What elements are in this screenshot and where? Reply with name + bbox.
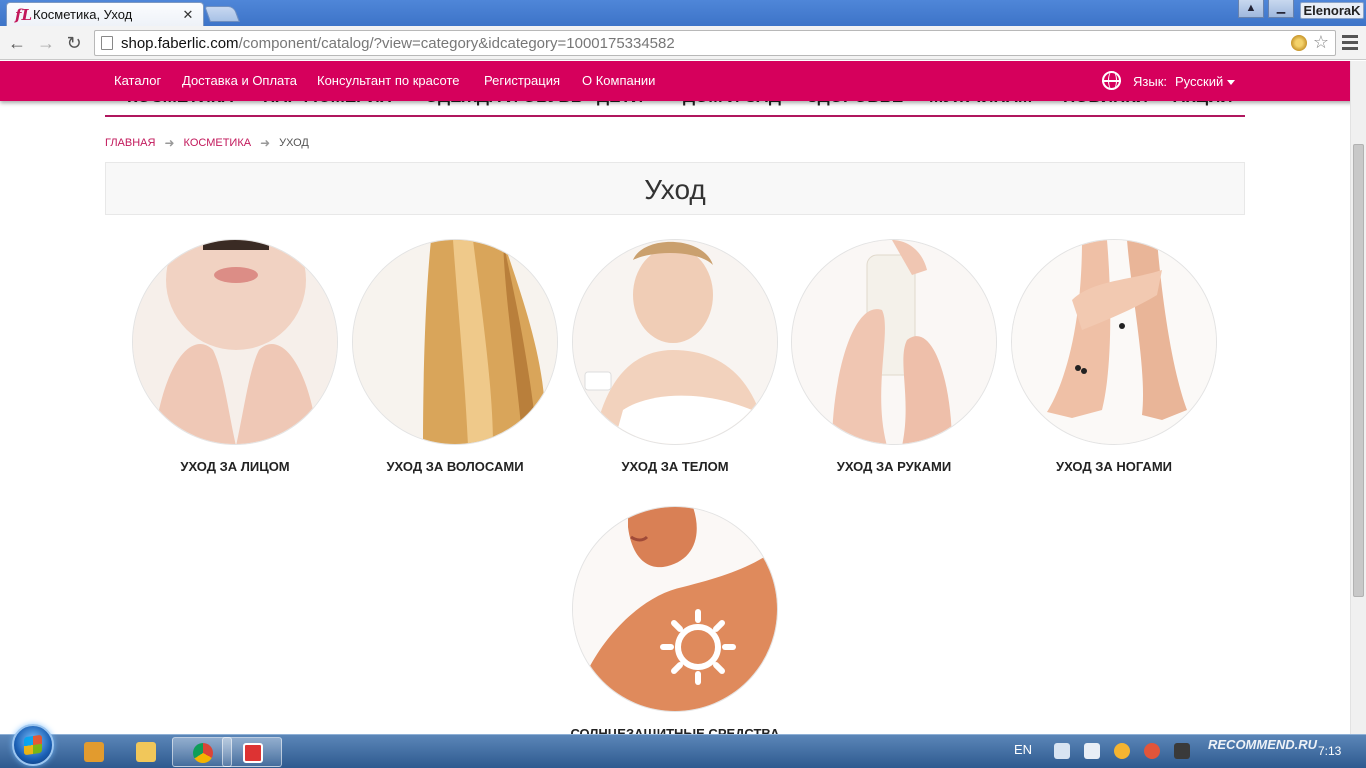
- browser-titlebar: fL Косметика, Уход ✕ ▲ ▁ ElenoraK: [0, 0, 1366, 26]
- taskbar-media-player[interactable]: [64, 737, 124, 767]
- browser-toolbar: ← → ↻ shop.faberlic.com/component/catalo…: [0, 26, 1366, 60]
- start-button[interactable]: [12, 724, 54, 766]
- back-arrow-icon[interactable]: ←: [6, 32, 28, 54]
- breadcrumb-home[interactable]: ГЛАВНАЯ: [105, 137, 155, 149]
- nav-link-delivery[interactable]: Доставка и Оплата: [182, 73, 297, 88]
- chrome-menu-icon[interactable]: [1342, 32, 1360, 54]
- folder-icon: [136, 742, 156, 762]
- taskbar-explorer[interactable]: [116, 737, 176, 767]
- language-select[interactable]: Русский: [1175, 74, 1236, 89]
- top-navigation: Каталог Доставка и Оплата Консультант по…: [0, 61, 1350, 101]
- category-label: УХОД ЗА ТЕЛОМ: [621, 459, 729, 474]
- sun-protection-image: [572, 506, 778, 712]
- breadcrumb: ГЛАВНАЯ ➜ КОСМЕТИКА ➜ УХОД: [105, 136, 309, 150]
- address-bar[interactable]: shop.faberlic.com/component/catalog/?vie…: [94, 30, 1336, 56]
- category-card-face[interactable]: УХОД ЗА ЛИЦОМ: [125, 239, 345, 474]
- breadcrumb-current: УХОД: [279, 137, 309, 149]
- caret-down-icon: [1227, 80, 1236, 86]
- vertical-scrollbar[interactable]: [1350, 61, 1366, 734]
- page-title-box: Уход: [105, 162, 1245, 215]
- forward-arrow-icon[interactable]: →: [35, 32, 57, 54]
- category-card-feet[interactable]: УХОД ЗА НОГАМИ: [1004, 239, 1224, 474]
- arrow-right-icon: ➜: [164, 136, 175, 150]
- minimize-button[interactable]: ▁: [1268, 0, 1294, 18]
- taskbar-paint[interactable]: [222, 737, 282, 767]
- nav-link-registration[interactable]: Регистрация: [484, 73, 560, 88]
- page-viewport: Каталог Доставка и Оплата Консультант по…: [0, 61, 1350, 734]
- new-tab-button[interactable]: [204, 6, 240, 22]
- system-clock[interactable]: 7:13: [1318, 744, 1341, 758]
- face-care-image: [132, 239, 338, 445]
- category-card-hands[interactable]: УХОД ЗА РУКАМИ: [784, 239, 1004, 474]
- nav-link-about[interactable]: О Компании: [582, 73, 655, 88]
- tab-close-icon[interactable]: ✕: [181, 7, 195, 23]
- display-tray-icon[interactable]: [1174, 743, 1190, 759]
- extension-icon[interactable]: [1291, 35, 1307, 51]
- hair-care-image: [352, 239, 558, 445]
- nav-link-catalog[interactable]: Каталог: [114, 73, 161, 88]
- browser-tab[interactable]: fL Косметика, Уход ✕: [6, 2, 204, 26]
- category-label: УХОД ЗА НОГАМИ: [1056, 459, 1172, 474]
- category-card-hair[interactable]: УХОД ЗА ВОЛОСАМИ: [345, 239, 565, 474]
- url-host: shop.faberlic.com: [121, 34, 239, 52]
- media-player-icon: [84, 742, 104, 762]
- volume-icon[interactable]: [1084, 743, 1100, 759]
- category-label: УХОД ЗА ВОЛОСАМИ: [386, 459, 524, 474]
- flower-tray-icon[interactable]: [1144, 743, 1160, 759]
- faberlic-favicon-icon: fL: [15, 5, 32, 24]
- language-label: Язык:: [1133, 74, 1167, 89]
- nav-link-consultant[interactable]: Консультант по красоте: [317, 73, 459, 88]
- url-path: /component/catalog/?view=category&idcate…: [238, 34, 675, 52]
- arrow-right-icon: ➜: [260, 136, 271, 150]
- foot-care-image: [1011, 239, 1217, 445]
- category-label: СОЛНЦЕЗАЩИТНЫЕ СРЕДСТВА: [570, 726, 780, 734]
- category-card-body[interactable]: УХОД ЗА ТЕЛОМ: [565, 239, 785, 474]
- network-icon[interactable]: [1054, 743, 1070, 759]
- page-title: Уход: [644, 174, 706, 205]
- globe-icon: [1102, 71, 1121, 90]
- bookmark-star-icon[interactable]: ☆: [1313, 32, 1329, 53]
- chrome-icon: [193, 743, 213, 763]
- paint-icon: [243, 743, 263, 763]
- hand-care-image: [791, 239, 997, 445]
- recommend-watermark: RECOMMEND.RU: [1208, 737, 1318, 752]
- category-card-sun[interactable]: СОЛНЦЕЗАЩИТНЫЕ СРЕДСТВА: [565, 506, 785, 734]
- tab-title: Косметика, Уход: [33, 7, 133, 22]
- category-label: УХОД ЗА РУКАМИ: [836, 459, 952, 474]
- breadcrumb-parent[interactable]: КОСМЕТИКА: [184, 137, 252, 149]
- profile-icon[interactable]: ▲: [1238, 0, 1264, 18]
- body-care-image: [572, 239, 778, 445]
- category-label: УХОД ЗА ЛИЦОМ: [180, 459, 290, 474]
- page-icon: [101, 36, 113, 50]
- reload-icon[interactable]: ↻: [63, 32, 85, 54]
- language-value: Русский: [1175, 74, 1224, 89]
- app-tray-icon[interactable]: [1114, 743, 1130, 759]
- user-profile-badge[interactable]: ElenoraK: [1300, 2, 1364, 19]
- keyboard-language[interactable]: EN: [1014, 742, 1032, 757]
- scrollbar-thumb[interactable]: [1353, 144, 1364, 597]
